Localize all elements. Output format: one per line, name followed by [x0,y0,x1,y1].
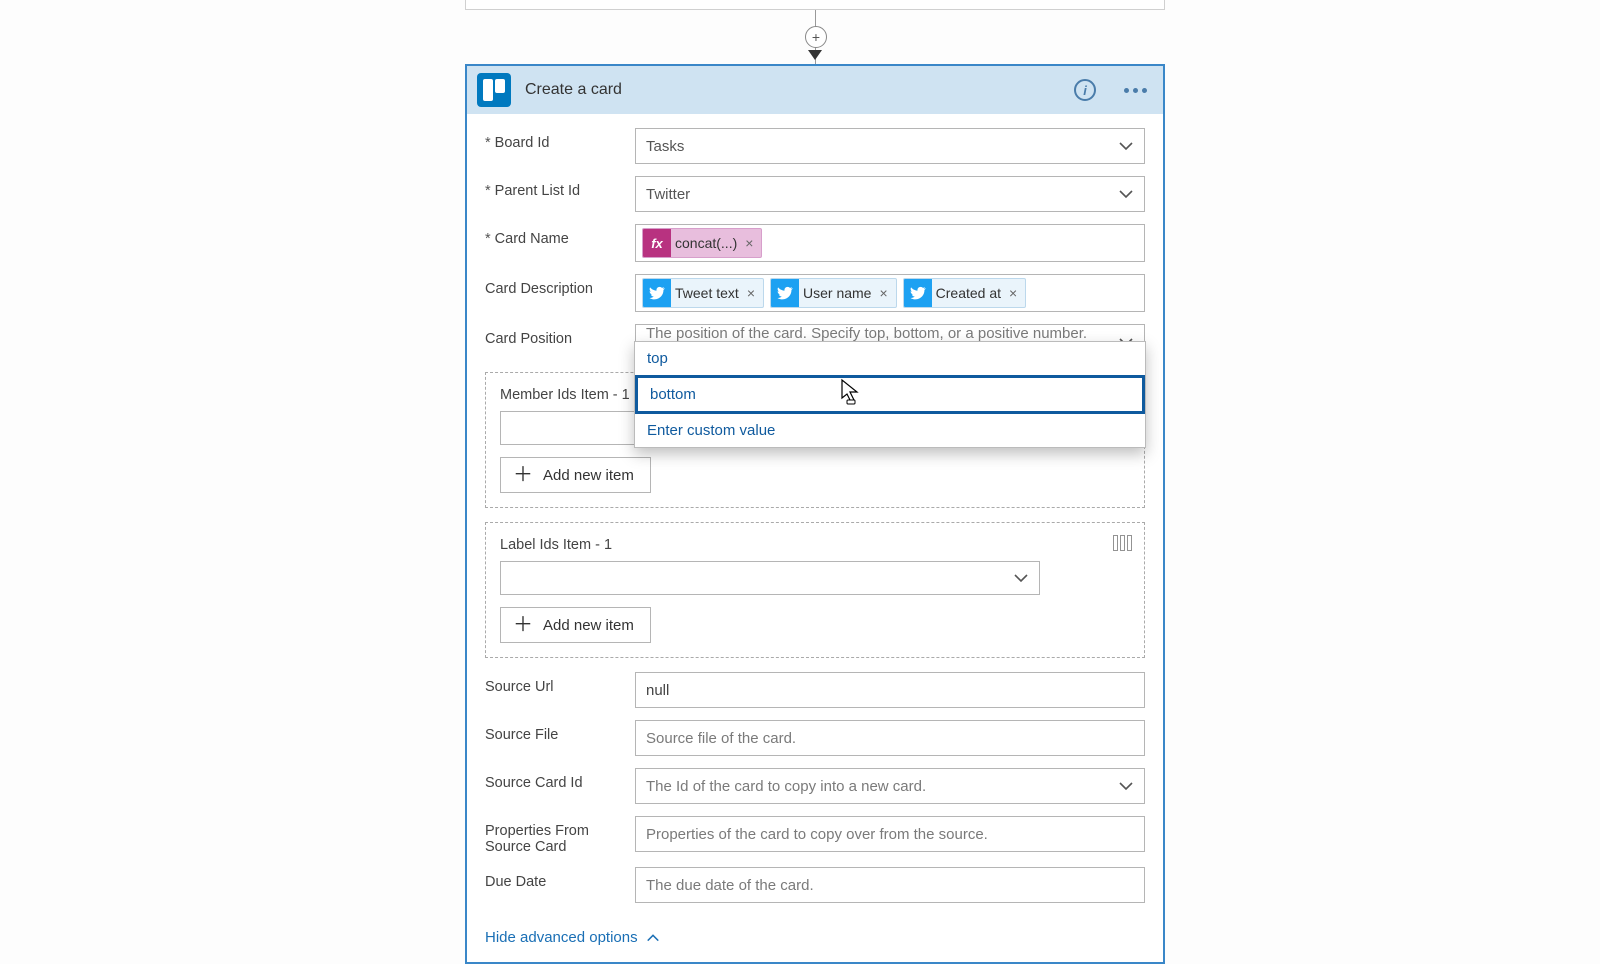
dropdown-option-custom[interactable]: Enter custom value [635,414,1145,447]
source-file-label: Source File [485,720,635,743]
due-date-input[interactable]: The due date of the card. [635,867,1145,903]
source-card-id-label: Source Card Id [485,768,635,791]
switch-array-icon[interactable] [1110,533,1134,553]
user-name-token[interactable]: User name × [770,278,897,308]
card-description-input[interactable]: Tweet text × User name × C [635,274,1145,312]
card-name-input[interactable]: fx concat(...) × [635,224,1145,262]
card-position-dropdown: top bottom Enter custom value [634,341,1146,448]
due-date-placeholder: The due date of the card. [646,877,814,894]
add-member-item-button[interactable]: ＋ Add new item [500,457,651,493]
twitter-icon [771,278,799,308]
source-url-input[interactable]: null [635,672,1145,708]
create-card-step: Create a card i Board Id Tasks Parent Li… [465,64,1165,964]
remove-token-icon[interactable]: × [1007,285,1025,301]
token-label: Created at [932,285,1007,301]
chevron-down-icon [1118,138,1134,154]
hide-advanced-options-link[interactable]: Hide advanced options [485,929,660,946]
previous-step-card[interactable] [465,0,1165,10]
tweet-text-token[interactable]: Tweet text × [642,278,764,308]
token-label: User name [799,285,877,301]
source-card-id-select[interactable]: The Id of the card to copy into a new ca… [635,768,1145,804]
more-menu-icon[interactable] [1118,84,1153,97]
card-name-label: Card Name [485,224,635,247]
twitter-icon [643,278,671,308]
source-file-placeholder: Source file of the card. [646,730,796,747]
token-label: concat(...) [671,235,743,251]
add-item-label: Add new item [543,617,634,634]
source-url-value: null [646,682,669,699]
properties-input[interactable]: Properties of the card to copy over from… [635,816,1145,852]
card-description-label: Card Description [485,274,635,297]
dropdown-option-top[interactable]: top [635,342,1145,375]
trello-icon [477,73,511,107]
label-ids-label: Label Ids Item - 1 [500,537,1130,553]
remove-token-icon[interactable]: × [877,285,895,301]
remove-token-icon[interactable]: × [745,285,763,301]
card-position-label: Card Position [485,324,635,347]
add-item-label: Add new item [543,467,634,484]
insert-step-button[interactable]: + [805,26,827,48]
chevron-down-icon [1118,778,1134,794]
due-date-label: Due Date [485,867,635,890]
hide-advanced-label: Hide advanced options [485,929,638,946]
chevron-down-icon [1118,186,1134,202]
arrow-down-icon [808,50,822,60]
remove-token-icon[interactable]: × [743,235,761,251]
plus-icon: ＋ [513,465,533,485]
plus-icon: ＋ [513,615,533,635]
fx-icon: fx [643,228,671,258]
parent-list-label: Parent List Id [485,176,635,199]
source-card-id-placeholder: The Id of the card to copy into a new ca… [646,778,926,795]
properties-label: Properties From Source Card [485,816,635,855]
info-icon[interactable]: i [1074,79,1096,101]
parent-list-value: Twitter [646,186,690,203]
source-url-label: Source Url [485,672,635,695]
twitter-icon [904,278,932,308]
label-ids-group: Label Ids Item - 1 ＋ Add new item [485,522,1145,658]
expression-token[interactable]: fx concat(...) × [642,228,762,258]
chevron-up-icon [646,931,660,945]
token-label: Tweet text [671,285,745,301]
parent-list-select[interactable]: Twitter [635,176,1145,212]
source-file-input[interactable]: Source file of the card. [635,720,1145,756]
board-id-select[interactable]: Tasks [635,128,1145,164]
add-label-item-button[interactable]: ＋ Add new item [500,607,651,643]
step-header[interactable]: Create a card i [467,66,1163,114]
properties-placeholder: Properties of the card to copy over from… [646,826,988,843]
created-at-token[interactable]: Created at × [903,278,1027,308]
chevron-down-icon [1013,570,1029,586]
step-title: Create a card [525,81,1060,99]
board-id-label: Board Id [485,128,635,151]
dropdown-option-bottom[interactable]: bottom [635,375,1145,414]
step-body: Board Id Tasks Parent List Id Twitter [467,114,1163,962]
label-ids-select[interactable] [500,561,1040,595]
board-id-value: Tasks [646,138,684,155]
